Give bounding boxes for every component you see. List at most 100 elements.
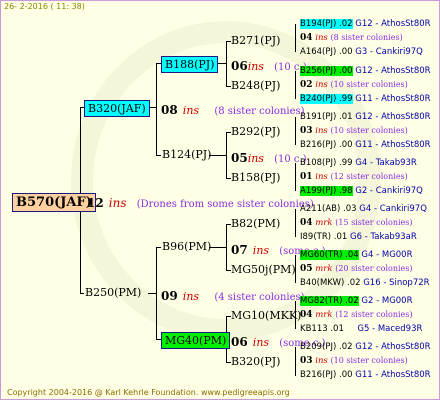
connector <box>156 155 161 156</box>
connector <box>295 24 296 52</box>
ancestor-source: G5 - Maced93R <box>357 324 423 334</box>
root-generation: 12 ins (Drones from some sister colonies… <box>87 194 314 210</box>
gen-number: 12 <box>87 196 104 210</box>
queen-g2[interactable]: B248(PJ) <box>231 80 280 91</box>
ancestor-code: B216(PJ) .00 <box>300 370 353 380</box>
ancestor-source: G4 - MG00R <box>361 250 413 260</box>
ancestor-row[interactable]: MG82(TR) .02 G2 - MG00R <box>300 296 413 306</box>
connector <box>156 63 157 155</box>
connector <box>226 224 227 270</box>
copyright: Copyright 2004-2016 @ Karl Kehrle Founda… <box>7 388 290 397</box>
ancestor-code: B256(PJ) .00 <box>300 66 353 76</box>
ancestor-generation: 05 mrk (20 sister colonies) <box>300 265 413 274</box>
ins-marker: ins <box>252 244 270 257</box>
gen-number: 09 <box>161 289 178 303</box>
queen-g4[interactable]: B158(PJ) <box>231 172 280 183</box>
ins-marker: ins <box>315 33 328 43</box>
connector <box>295 347 296 376</box>
ancestor-source: G2 - Cankiri97Q <box>355 186 423 196</box>
ancestor-row[interactable]: B216(PJ) .00 G11 - AthosSt80R <box>300 371 431 380</box>
sire-queen[interactable]: B320(JAF) <box>84 100 150 117</box>
ancestor-generation: 03 ins (10 sister colonies) <box>300 127 408 136</box>
ancestor-code: B216(PJ) .00 <box>300 140 353 150</box>
gen-number: 05 <box>300 264 313 274</box>
ancestor-code: A211(AB) .03 <box>300 204 357 214</box>
colony-description: (12 sister colonies) <box>330 172 408 181</box>
ancestor-source: G4 - Takab93R <box>355 158 417 168</box>
ancestor-row[interactable]: B216(PJ) .00 G11 - AthosSt80R <box>300 141 431 150</box>
colony-description: (4 sister colonies) <box>214 292 305 303</box>
root-queen[interactable]: B570(JAF) <box>12 193 96 212</box>
ancestor-generation: 02 ins (10 sister colonies) <box>300 81 408 90</box>
gen-number: 04 <box>300 218 313 228</box>
ancestor-row[interactable]: B40(MKW) .02 G16 - Sinop72R <box>300 279 430 288</box>
ins-marker: mrk <box>315 218 333 228</box>
ancestor-row[interactable]: B108(PJ) .99 G4 - Takab93R <box>300 159 417 168</box>
ancestor-row[interactable]: A199(PJ) .98 G2 - Cankiri97Q <box>300 186 423 196</box>
queen-s1[interactable]: B188(PJ) <box>161 56 219 73</box>
ancestor-code: A164(PJ) .00 <box>300 47 353 57</box>
queen-g6[interactable]: MG50j(PM) <box>231 264 296 275</box>
ancestor-code: B191(PJ) .01 <box>300 112 353 122</box>
ancestor-row[interactable]: B256(PJ) .00 G12 - AthosSt80R <box>300 66 431 76</box>
ancestor-row[interactable]: B194(PJ) .02 G12 - AthosSt80R <box>300 19 431 29</box>
ancestor-code: B40(MKW) .02 <box>300 278 361 288</box>
queen-d2[interactable]: MG40(PM) <box>161 332 231 349</box>
colony-description: (Drones from some sister colonies) <box>136 199 314 210</box>
colony-description: (8 sister colonies) <box>214 106 305 117</box>
connector <box>295 117 296 145</box>
ins-marker: ins <box>247 60 264 73</box>
colony-description: (10 sister colonies) <box>330 126 408 135</box>
queen-g1[interactable]: B271(PJ) <box>231 35 280 46</box>
ins-marker: ins <box>182 104 200 117</box>
ancestor-row[interactable]: KB113 .01 G5 - Maced93R <box>300 325 422 334</box>
queen-g5[interactable]: B82(PM) <box>231 218 280 229</box>
ancestor-row[interactable]: B191(PJ) .01 G12 - AthosSt80R <box>300 113 431 122</box>
ins-marker: ins <box>247 152 264 165</box>
s2-generation: 05ins (10 c.) <box>231 149 307 165</box>
colony-description: (8 sister colonies) <box>330 33 403 42</box>
ancestor-row[interactable]: A164(PJ) .00 G3 - Cankiri97Q <box>300 48 423 57</box>
gen-number: 07 <box>231 243 248 257</box>
ancestor-code: B240(PJ) .99 <box>300 94 353 104</box>
ancestor-row[interactable]: A211(AB) .03 G4 - Cankiri97Q <box>300 205 427 214</box>
queen-g8[interactable]: B320(PJ) <box>231 356 280 367</box>
ancestor-code: I89(TR) .01 <box>300 232 348 242</box>
ins-marker: ins <box>315 356 328 366</box>
ins-marker: ins <box>315 126 328 136</box>
dam-queen[interactable]: B250(PM) <box>85 287 141 298</box>
ins-marker: ins <box>108 196 127 210</box>
gen-number: 04 <box>300 310 313 320</box>
queen-g7[interactable]: MG10(MKK) <box>231 310 301 321</box>
ancestor-generation: 03 ins (10 sister colonies) <box>300 357 408 366</box>
connector <box>80 293 84 294</box>
connector <box>209 155 226 156</box>
ancestor-row[interactable]: MG60(TR) .04 G4 - MG00R <box>300 250 413 260</box>
ancestor-source: G16 - Sinop72R <box>363 278 430 288</box>
ancestor-source: G6 - Takab93aR <box>349 232 417 242</box>
connector <box>226 132 227 178</box>
gen-number: 08 <box>161 103 178 117</box>
ancestor-code: B194(PJ) .02 <box>300 19 353 29</box>
ancestor-row[interactable]: I89(TR) .01 G6 - Takab93aR <box>300 233 417 242</box>
ancestor-source: G2 - MG00R <box>361 296 413 306</box>
ins-marker: ins <box>252 336 270 349</box>
ancestor-source: G11 - AthosSt80R <box>355 370 431 380</box>
ancestor-row[interactable]: B209(PJ) .02 G12 - AthosSt80R <box>300 343 431 352</box>
ancestor-row[interactable]: B240(PJ) .99 G11 - AthosSt80R <box>300 94 431 104</box>
timestamp: 26- 2-2016 ( 11: 38) <box>4 2 85 11</box>
queen-d1[interactable]: B96(PM) <box>162 241 211 252</box>
colony-description: (15 sister colonies) <box>335 218 413 227</box>
connector <box>148 293 156 294</box>
s1-generation: 06ins (10 c.) <box>231 57 307 73</box>
connector <box>156 247 157 339</box>
ins-marker: ins <box>315 80 328 90</box>
connector <box>226 41 227 86</box>
ancestor-generation: 04 ins (8 sister colonies) <box>300 34 403 43</box>
queen-g3[interactable]: B292(PJ) <box>231 126 280 137</box>
queen-s2[interactable]: B124(PJ) <box>162 149 211 160</box>
ancestor-generation: 04 mrk (15 sister colonies) <box>300 219 413 228</box>
ancestor-code: B108(PJ) .99 <box>300 158 353 168</box>
ins-marker: ins <box>315 172 328 182</box>
connector <box>295 71 296 99</box>
